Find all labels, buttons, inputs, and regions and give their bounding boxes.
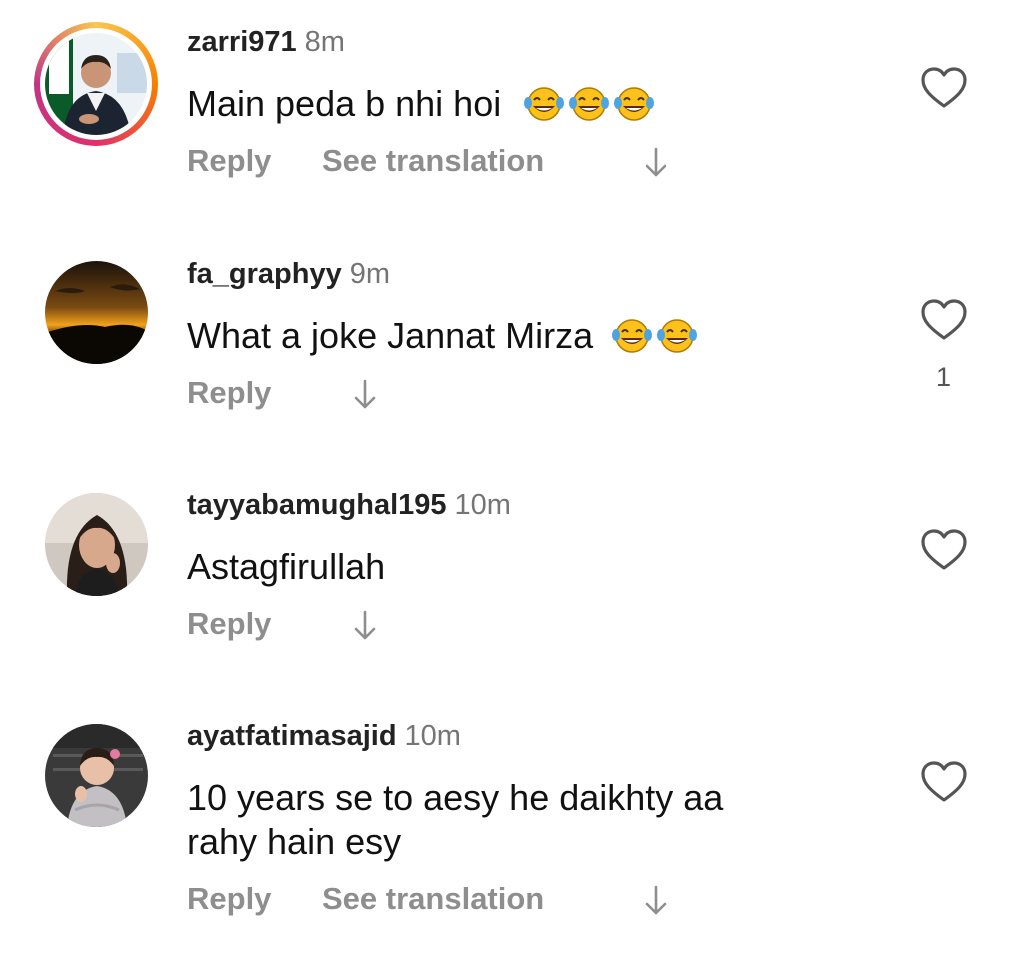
comment-body: 10 years se to aesy he daikhty aa rahy h…: [187, 777, 724, 862]
arrow-down-icon[interactable]: [643, 885, 669, 917]
reply-button[interactable]: Reply: [187, 881, 271, 917]
see-translation-button[interactable]: See translation: [322, 881, 544, 917]
comment-item: ayatfatimasajid 10m 10 years se to aesy h…: [0, 0, 1024, 954]
comment-text: 10 years se to aesy he daikhty aa rahy h…: [187, 776, 797, 864]
timestamp: 10m: [404, 720, 461, 752]
username[interactable]: ayatfatimasajid: [187, 720, 397, 752]
comment-header: ayatfatimasajid 10m: [187, 720, 461, 753]
heart-outline-icon[interactable]: [920, 760, 968, 804]
child-avatar[interactable]: [45, 724, 148, 827]
